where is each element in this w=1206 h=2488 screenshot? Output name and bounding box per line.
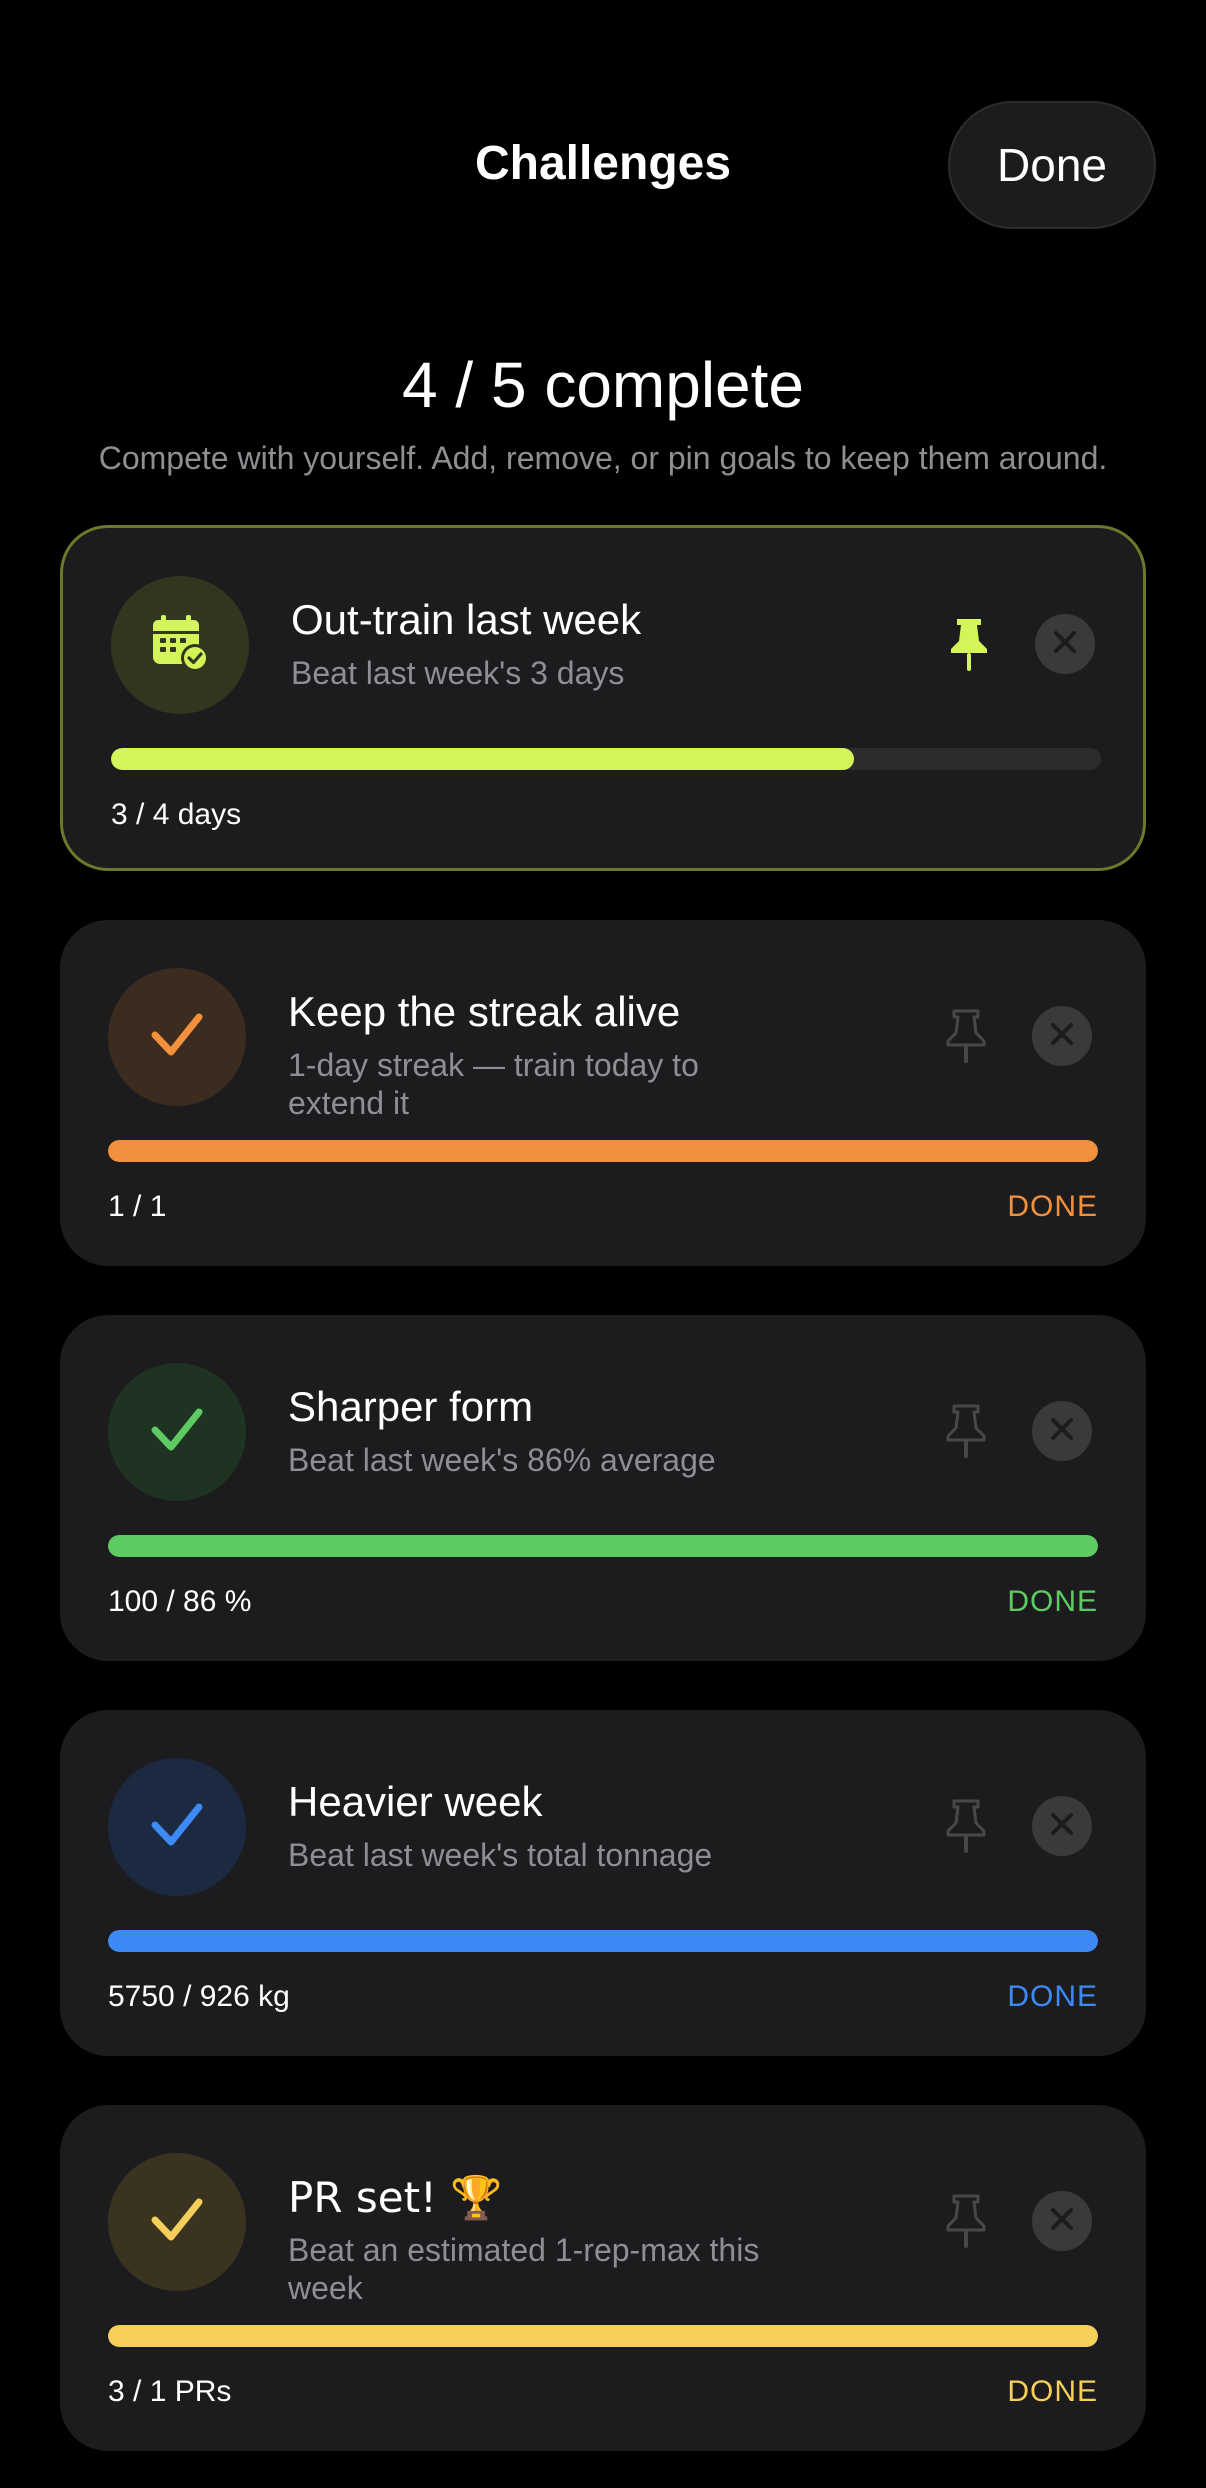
pin-icon[interactable] — [935, 610, 1003, 678]
pin-icon[interactable] — [932, 1002, 1000, 1070]
progress-text: 1 / 1 — [108, 1190, 167, 1223]
checkmark-icon — [147, 1005, 207, 1070]
challenge-card[interactable]: Out-train last week Beat last week's 3 d… — [60, 525, 1146, 871]
calendar-check-icon — [147, 610, 213, 681]
progress-fill — [108, 2325, 1098, 2347]
close-icon — [1049, 1811, 1075, 1842]
progress-fill — [108, 1535, 1098, 1557]
challenge-title: PR set! 🏆 — [288, 2173, 503, 2222]
progress-bar — [108, 1140, 1098, 1162]
status-badge: DONE — [1007, 2375, 1098, 2408]
remove-challenge-button[interactable] — [1032, 2191, 1092, 2251]
challenge-badge — [111, 576, 249, 714]
checkmark-icon — [147, 2190, 207, 2255]
summary-subtitle: Compete with yourself. Add, remove, or p… — [98, 440, 1108, 476]
challenge-description: Beat last week's 3 days — [291, 655, 625, 691]
close-icon — [1052, 629, 1078, 660]
pin-icon[interactable] — [932, 1397, 1000, 1465]
challenge-description: 1-day streak — train today to extend it — [288, 1047, 699, 1121]
progress-bar — [108, 2325, 1098, 2347]
challenge-title: Sharper form — [288, 1383, 534, 1430]
status-badge: DONE — [1007, 1585, 1098, 1618]
challenge-card[interactable]: PR set! 🏆 Beat an estimated 1-rep-max th… — [60, 2105, 1146, 2451]
challenge-badge — [108, 968, 246, 1106]
challenge-description: Beat last week's total tonnage — [288, 1837, 713, 1873]
challenge-badge — [108, 2153, 246, 2291]
pin-icon[interactable] — [932, 1792, 1000, 1860]
close-icon — [1049, 2206, 1075, 2237]
completion-summary: 4 / 5 complete — [402, 349, 804, 421]
checkmark-icon — [147, 1400, 207, 1465]
progress-fill — [108, 1140, 1098, 1162]
remove-challenge-button[interactable] — [1032, 1401, 1092, 1461]
progress-fill — [111, 748, 854, 770]
progress-text: 3 / 4 days — [111, 798, 242, 831]
challenge-description: Beat an estimated 1-rep-max this week — [288, 2232, 760, 2306]
status-badge: DONE — [1007, 1980, 1098, 2013]
status-badge: DONE — [1007, 1190, 1098, 1223]
pin-icon[interactable] — [932, 2187, 1000, 2255]
close-icon — [1049, 1416, 1075, 1447]
challenge-title: Heavier week — [288, 1778, 543, 1825]
challenge-badge — [108, 1363, 246, 1501]
challenge-card[interactable]: Heavier week Beat last week's total tonn… — [60, 1710, 1146, 2056]
challenge-card[interactable]: Keep the streak alive 1-day streak — tra… — [60, 920, 1146, 1266]
challenge-description: Beat last week's 86% average — [288, 1442, 716, 1478]
challenge-title: Keep the streak alive — [288, 988, 681, 1035]
checkmark-icon — [147, 1795, 207, 1860]
challenge-card[interactable]: Sharper form Beat last week's 86% averag… — [60, 1315, 1146, 1661]
progress-text: 100 / 86 % — [108, 1585, 252, 1618]
progress-bar — [108, 1930, 1098, 1952]
header: Challenges Done — [0, 0, 1206, 240]
challenges-sheet: Challenges Done 4 / 5 complete Compete w… — [0, 0, 1206, 2488]
progress-bar — [111, 748, 1101, 770]
done-button[interactable]: Done — [948, 101, 1156, 229]
close-icon — [1049, 1021, 1075, 1052]
progress-text: 3 / 1 PRs — [108, 2375, 232, 2408]
remove-challenge-button[interactable] — [1035, 614, 1095, 674]
remove-challenge-button[interactable] — [1032, 1006, 1092, 1066]
progress-fill — [108, 1930, 1098, 1952]
remove-challenge-button[interactable] — [1032, 1796, 1092, 1856]
progress-text: 5750 / 926 kg — [108, 1980, 290, 2013]
progress-bar — [108, 1535, 1098, 1557]
challenge-badge — [108, 1758, 246, 1896]
challenge-title: Out-train last week — [291, 596, 642, 643]
